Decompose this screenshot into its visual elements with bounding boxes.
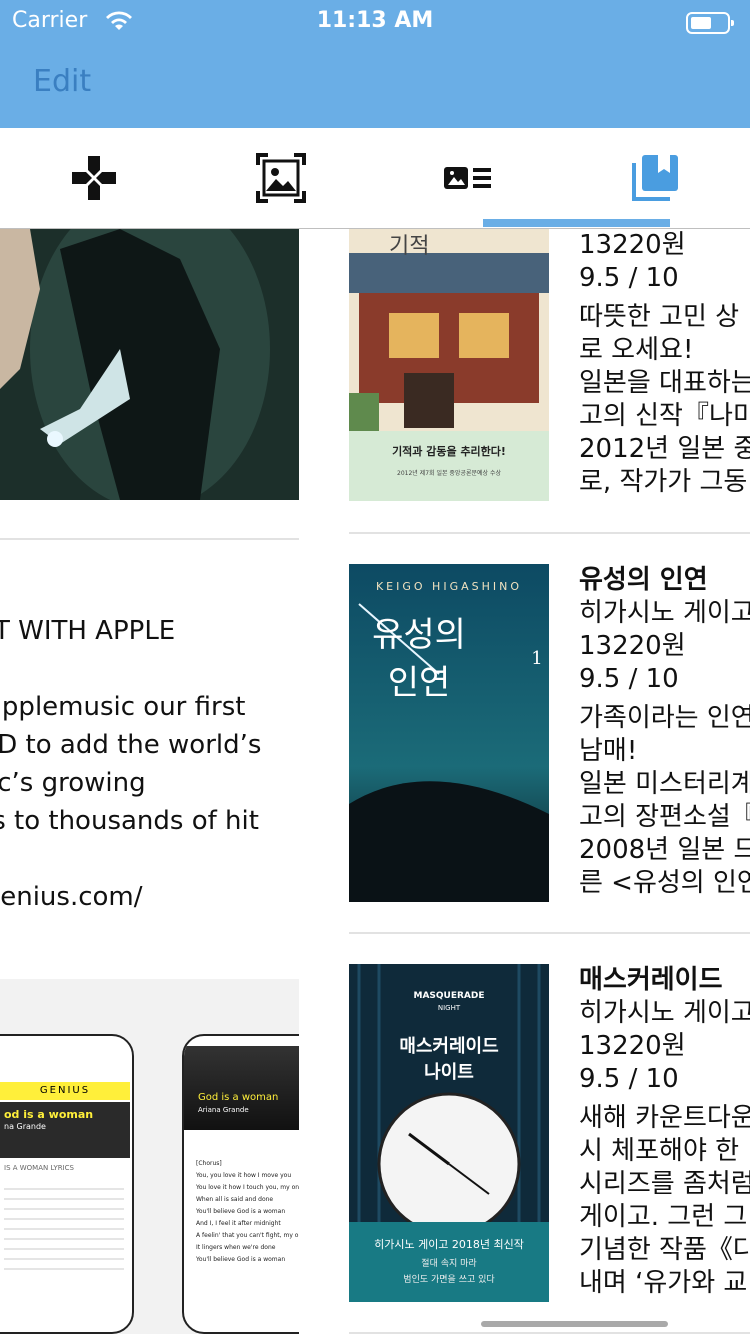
edit-button[interactable]: Edit [33, 64, 91, 99]
song-artist: na Grande [4, 1122, 46, 1131]
phone-mockup-genius: GENIUS od is a woman na Grande IS A WOMA… [0, 1034, 134, 1334]
svg-text:KEIGO HIGASHINO: KEIGO HIGASHINO [376, 580, 522, 593]
svg-text:1: 1 [531, 648, 542, 669]
genius-brand: GENIUS [0, 1082, 130, 1100]
book-price: 13220원 [579, 631, 686, 661]
svg-text:기적과 감동을 추리한다!: 기적과 감동을 추리한다! [392, 444, 506, 458]
article-text[interactable]: ART WITH APPLE @applemusic our first AND… [0, 612, 299, 916]
svg-text:나이트: 나이트 [424, 1062, 474, 1083]
selected-tab-indicator [483, 219, 670, 227]
tab-bar [0, 128, 750, 229]
photo-frame-icon [255, 153, 306, 203]
book-description: 따뜻한 고민 상 로 오세요! 일본을 대표하는 고의 신작『나미 2012년 … [579, 302, 750, 497]
book-cover: MASQUERADE NIGHT 매스커레이드 나이트 히가시노 게이고 201… [349, 964, 549, 1302]
book-author: 히가시노 게이고 [579, 998, 750, 1028]
tab-books[interactable] [561, 128, 748, 228]
book-description: 새해 카운트다운 시 체포해야 한 시리즈를 좀처럼 게이고. 그런 그 기념한… [579, 1103, 750, 1298]
battery-icon [686, 12, 734, 34]
status-time: 11:13 AM [316, 8, 434, 33]
book-title: 유성의 인연 [579, 565, 708, 595]
svg-text:기적: 기적 [389, 234, 429, 259]
article-line: AND to add the world’s [0, 730, 262, 760]
book-stack-icon [631, 155, 678, 201]
row-divider [349, 532, 750, 534]
content-area: ART WITH APPLE @applemusic our first AND… [0, 229, 750, 1334]
article-line [0, 840, 299, 878]
article-line: o.genius.com/ [0, 882, 143, 912]
article-line: rics to thousands of hit [0, 806, 259, 836]
book-cover: KEIGO HIGASHINO 유성의 인연 1 [349, 564, 549, 902]
song-title: od is a woman [4, 1108, 94, 1121]
book-rating: 9.5 / 10 [579, 664, 679, 694]
article-line [0, 650, 299, 688]
status-bar: Carrier 11:13 AM [0, 4, 750, 40]
book-list: 기적 기적과 감동을 추리한다! 2012년 제7회 일본 중앙공론문예상 수상… [349, 229, 750, 1334]
article-line: @applemusic our first [0, 692, 246, 722]
row-divider [349, 932, 750, 934]
book-description: 가족이라는 인연 남매! 일본 미스터리계 고의 장편소설『 2008년 일본 … [579, 703, 750, 898]
book-rating: 9.5 / 10 [579, 1064, 679, 1094]
row-divider [0, 538, 299, 540]
svg-text:절대 속지 마라: 절대 속지 마라 [421, 1257, 477, 1269]
lyrics-list: [Chorus] You, you love it how I move you… [196, 1160, 299, 1263]
book-cover: 기적 기적과 감동을 추리한다! 2012년 제7회 일본 중앙공론문예상 수상 [349, 229, 549, 501]
svg-text:인연: 인연 [388, 663, 451, 703]
book-info: 매스커레이드 히가시노 게이고 13220원 9.5 / 10 새해 카운트다운… [579, 964, 750, 1300]
book-title: 매스커레이드 [579, 965, 723, 995]
article-line: usic’s growing [0, 768, 146, 798]
book-price: 13220원 [579, 1031, 686, 1061]
lyrics-section: IS A WOMAN LYRICS [4, 1164, 74, 1172]
svg-text:NIGHT: NIGHT [438, 1004, 461, 1012]
svg-text:MASQUERADE: MASQUERADE [413, 991, 484, 1001]
home-indicator[interactable] [481, 1321, 668, 1327]
phone-mockup-lyrics: God is a woman Ariana Grande [Chorus] Yo… [182, 1034, 299, 1334]
book-info: 유성의 인연 히가시노 게이고 13220원 9.5 / 10 가족이라는 인연… [579, 564, 750, 900]
svg-text:범인도 가면을 쓰고 있다: 범인도 가면을 쓰고 있다 [403, 1273, 495, 1285]
tab-photos[interactable] [187, 128, 374, 228]
tab-articles[interactable] [374, 128, 561, 228]
book-rating: 9.5 / 10 [579, 263, 679, 293]
song-artist: Ariana Grande [198, 1106, 249, 1114]
article-line: ART WITH APPLE [0, 616, 176, 646]
book-price: 13220원 [579, 230, 686, 260]
navigation-header: Carrier 11:13 AM Edit [0, 0, 750, 128]
book-author: 히가시노 게이고 [579, 598, 750, 628]
article-list-icon [443, 167, 491, 189]
song-title: God is a woman [198, 1092, 279, 1103]
concert-photo[interactable] [0, 229, 299, 509]
left-column: ART WITH APPLE @applemusic our first AND… [0, 229, 299, 1334]
svg-text:2012년 제7회 일본 중앙공론문예상 수상: 2012년 제7회 일본 중앙공론문예상 수상 [397, 469, 501, 477]
book-info: 13220원 9.5 / 10 따뜻한 고민 상 로 오세요! 일본을 대표하는… [579, 229, 750, 499]
svg-text:유성의: 유성의 [372, 615, 466, 655]
gamepad-icon [71, 156, 116, 200]
svg-text:히가시노 게이고 2018년 최신작: 히가시노 게이고 2018년 최신작 [374, 1237, 524, 1251]
tab-games[interactable] [0, 128, 187, 228]
svg-text:매스커레이드: 매스커레이드 [399, 1036, 498, 1057]
